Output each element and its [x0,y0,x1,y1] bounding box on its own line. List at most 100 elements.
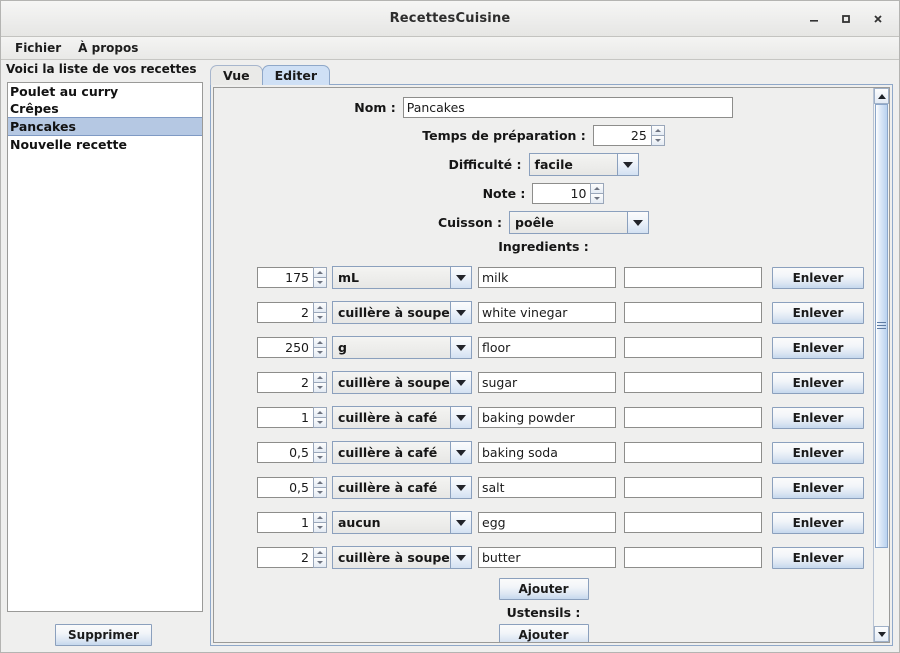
tab-vue[interactable]: Vue [210,65,263,85]
ingredient-qty-input[interactable] [257,407,313,428]
ingredient-extra-input[interactable] [624,477,762,498]
remove-ingredient-button[interactable]: Enlever [772,441,864,464]
remove-ingredient-button[interactable]: Enlever [772,336,864,359]
tab-editer[interactable]: Editer [261,65,330,85]
ingredient-name-input[interactable] [478,267,616,288]
add-ustensil-button[interactable]: Ajouter [498,624,589,642]
minimize-button[interactable] [799,5,829,33]
ingredient-qty-down[interactable] [313,522,327,533]
ingredient-qty-spinner[interactable] [257,407,327,428]
chevron-down-icon[interactable] [450,512,471,533]
ingredient-qty-up[interactable] [313,407,327,417]
list-item-crepes[interactable]: Crêpes [8,100,202,117]
ingredient-unit-combobox[interactable]: cuillère à café [332,476,472,499]
ingredient-qty-spinner[interactable] [257,302,327,323]
ingredient-qty-up[interactable] [313,337,327,347]
ingredient-extra-input[interactable] [624,442,762,463]
ingredient-qty-spinner-buttons[interactable] [313,372,327,393]
ingredient-qty-down[interactable] [313,382,327,393]
ingredient-unit-combobox[interactable]: cuillère à café [332,406,472,429]
ingredient-unit-combobox[interactable]: cuillère à soupe [332,546,472,569]
scroll-up-button[interactable] [874,88,889,104]
ingredient-qty-up[interactable] [313,372,327,382]
list-item-poulet-au-curry[interactable]: Poulet au curry [8,83,202,100]
ingredient-qty-spinner-buttons[interactable] [313,442,327,463]
maximize-button[interactable] [831,5,861,33]
note-spinner-down[interactable] [590,193,605,204]
ingredient-qty-input[interactable] [257,337,313,358]
difficulte-combobox[interactable]: facile [528,153,639,176]
ingredient-qty-input[interactable] [257,512,313,533]
chevron-down-icon[interactable] [450,267,471,288]
ingredient-name-input[interactable] [478,512,616,533]
temps-spinner-down[interactable] [650,135,665,146]
close-button[interactable] [863,5,893,33]
ingredient-qty-down[interactable] [313,417,327,428]
ingredient-qty-spinner-buttons[interactable] [313,407,327,428]
list-item-pancakes[interactable]: Pancakes [8,117,202,136]
ingredient-name-input[interactable] [478,407,616,428]
ingredient-name-input[interactable] [478,477,616,498]
scroll-down-button[interactable] [874,626,889,642]
ingredient-qty-input[interactable] [257,302,313,323]
ingredient-unit-combobox[interactable]: cuillère à soupe [332,371,472,394]
ingredient-extra-input[interactable] [624,407,762,428]
remove-ingredient-button[interactable]: Enlever [772,406,864,429]
ingredient-qty-down[interactable] [313,487,327,498]
ingredient-qty-spinner-buttons[interactable] [313,302,327,323]
note-spinner[interactable] [532,183,605,204]
ingredient-extra-input[interactable] [624,512,762,533]
ingredient-unit-combobox[interactable]: aucun [332,511,472,534]
ingredient-qty-spinner[interactable] [257,547,327,568]
ingredient-qty-input[interactable] [257,547,313,568]
ingredient-unit-combobox[interactable]: cuillère à soupe [332,301,472,324]
ingredient-qty-input[interactable] [257,442,313,463]
ingredient-qty-up[interactable] [313,477,327,487]
chevron-down-icon[interactable] [627,212,649,233]
ingredient-unit-combobox[interactable]: mL [332,266,472,289]
remove-ingredient-button[interactable]: Enlever [772,371,864,394]
ingredient-qty-input[interactable] [257,372,313,393]
supprimer-button[interactable]: Supprimer [55,624,152,646]
temps-input[interactable] [592,125,651,146]
chevron-down-icon[interactable] [450,442,471,463]
chevron-down-icon[interactable] [450,477,471,498]
note-input[interactable] [532,183,591,204]
ingredient-extra-input[interactable] [624,337,762,358]
ingredient-qty-up[interactable] [313,547,327,557]
ingredient-name-input[interactable] [478,442,616,463]
ingredient-name-input[interactable] [478,337,616,358]
ingredient-qty-up[interactable] [313,512,327,522]
ingredient-qty-spinner[interactable] [257,372,327,393]
ingredient-extra-input[interactable] [624,547,762,568]
ingredient-name-input[interactable] [478,372,616,393]
ingredient-qty-spinner-buttons[interactable] [313,477,327,498]
ingredient-qty-input[interactable] [257,267,313,288]
ingredient-extra-input[interactable] [624,267,762,288]
chevron-down-icon[interactable] [450,372,471,393]
ingredient-qty-spinner-buttons[interactable] [313,267,327,288]
vertical-scrollbar[interactable] [873,88,889,642]
ingredient-qty-up[interactable] [313,302,327,312]
remove-ingredient-button[interactable]: Enlever [772,266,864,289]
chevron-down-icon[interactable] [450,407,471,428]
ingredient-qty-down[interactable] [313,312,327,323]
chevron-down-icon[interactable] [450,302,471,323]
ingredient-extra-input[interactable] [624,302,762,323]
ingredient-qty-spinner-buttons[interactable] [313,337,327,358]
ingredient-qty-down[interactable] [313,277,327,288]
remove-ingredient-button[interactable]: Enlever [772,546,864,569]
chevron-down-icon[interactable] [450,337,471,358]
ingredient-qty-spinner[interactable] [257,267,327,288]
recipe-list[interactable]: Poulet au curry Crêpes Pancakes Nouvelle… [7,82,203,612]
scrollbar-thumb[interactable] [875,104,888,548]
nom-input[interactable] [402,97,733,118]
cuisson-combobox[interactable]: poêle [509,211,650,234]
scrollbar-track[interactable] [874,104,889,626]
chevron-down-icon[interactable] [450,547,471,568]
menu-item-a-propos[interactable]: À propos [71,39,145,57]
ingredient-name-input[interactable] [478,302,616,323]
ingredient-qty-spinner[interactable] [257,512,327,533]
ingredient-qty-spinner-buttons[interactable] [313,512,327,533]
ingredient-extra-input[interactable] [624,372,762,393]
